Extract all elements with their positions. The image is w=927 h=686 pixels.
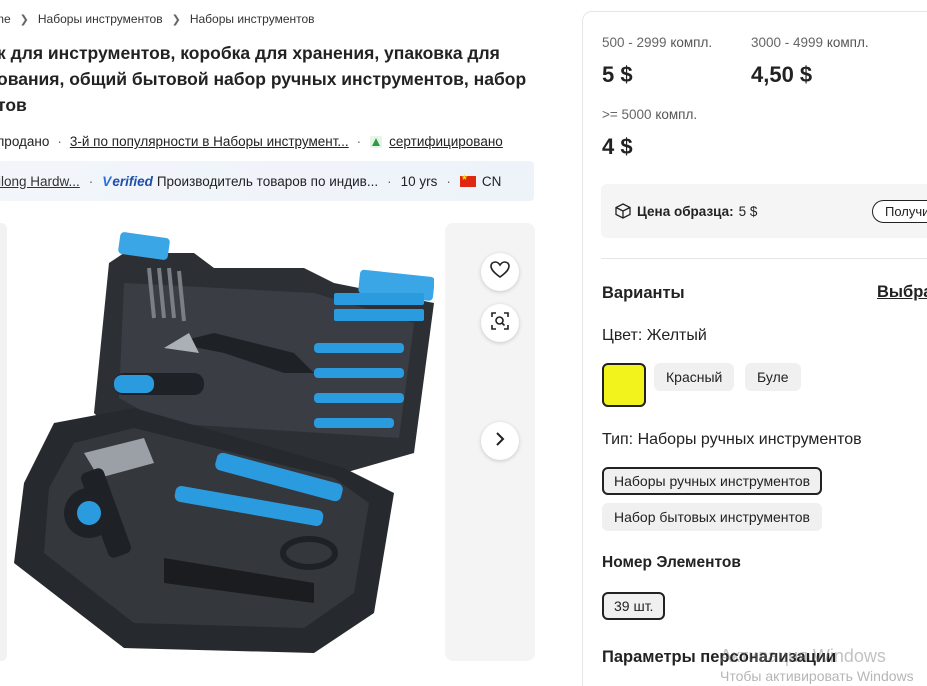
supplier-name[interactable]: ilong Hardw...: [0, 174, 80, 189]
price-tier-range: 3000 - 4999 компл.: [751, 35, 869, 50]
image-search-icon: [490, 311, 510, 336]
breadcrumb: me ❯ Наборы инструментов ❯ Наборы инстру…: [0, 12, 315, 26]
breadcrumb-subcategory[interactable]: Наборы инструментов: [190, 12, 315, 26]
chevron-right-icon: ❯: [19, 13, 29, 26]
breadcrumb-home[interactable]: me: [0, 12, 11, 26]
flag-cn-icon: [459, 173, 476, 187]
title-line: тов: [0, 95, 27, 115]
title-line: к для инструментов, коробка для хранения…: [0, 43, 500, 63]
package-icon: [615, 203, 631, 219]
tier-range-value: 3000 - 4999: [751, 35, 824, 50]
certified-link[interactable]: сертифицировано: [389, 134, 503, 149]
image-search-button[interactable]: [481, 304, 519, 342]
type-option[interactable]: Набор бытовых инструментов: [602, 503, 822, 531]
tier-unit: компл.: [670, 35, 713, 50]
price-tier-range: >= 5000 компл.: [602, 107, 697, 122]
supplier-bar: ilong Hardw... · Verified Производитель …: [0, 161, 534, 201]
color-option[interactable]: Красный: [654, 363, 735, 391]
price-tier-price: 5 $: [602, 62, 633, 87]
product-title: к для инструментов, коробка для хранения…: [0, 40, 542, 118]
type-option-selected[interactable]: Наборы ручных инструментов: [602, 467, 823, 495]
product-image[interactable]: [14, 223, 435, 661]
gallery-thumb-strip[interactable]: [0, 223, 7, 661]
sample-price-label: Цена образца:: [637, 203, 734, 219]
heart-icon: [490, 260, 510, 284]
arrow-right-icon: [494, 431, 506, 452]
windows-activation-hint: Чтобы активировать Windows: [720, 668, 914, 684]
verified-mark: V: [102, 173, 112, 189]
price-tier-price: 4 $: [602, 134, 633, 159]
chevron-right-icon: ❯: [171, 13, 181, 26]
supplier-description: Производитель товаров по индив...: [156, 173, 379, 189]
count-label: Номер Элементов: [602, 554, 741, 571]
tier-range-value: >= 5000: [602, 107, 652, 122]
sold-count: продано: [0, 134, 50, 149]
title-line: ования, общий бытовой набор ручных инстр…: [0, 69, 527, 89]
verified-label: erified: [112, 173, 153, 189]
sample-price-value: 5 $: [738, 203, 758, 219]
color-label: Цвет: Желтый: [602, 327, 707, 344]
supplier-years: 10 yrs: [400, 173, 438, 189]
favorite-button[interactable]: [481, 253, 519, 291]
verified-badge: Verified: [102, 174, 153, 189]
price-tier-price: 4,50 $: [751, 62, 813, 87]
get-sample-button[interactable]: Получи: [872, 200, 927, 223]
tier-unit: компл.: [826, 35, 869, 50]
variants-heading: Варианты: [602, 284, 685, 302]
color-swatch-selected[interactable]: [602, 363, 646, 407]
supplier-country: CN: [481, 173, 502, 189]
color-option[interactable]: Буле: [745, 363, 801, 391]
count-option-selected[interactable]: 39 шт.: [602, 592, 666, 620]
windows-activation-watermark: Активация Windows: [720, 646, 886, 666]
breadcrumb-category[interactable]: Наборы инструментов: [38, 12, 163, 26]
price-tier-range: 500 - 2999 компл.: [602, 35, 712, 50]
select-variants-link[interactable]: Выбра: [877, 283, 927, 302]
divider: [601, 258, 927, 259]
type-label: Тип: Наборы ручных инструментов: [602, 431, 862, 448]
next-image-button[interactable]: [481, 422, 519, 460]
tier-unit: компл.: [655, 107, 698, 122]
popularity-link[interactable]: 3-й по популярности в Наборы инструмент.…: [70, 134, 349, 149]
product-stats: продано · 3-й по популярности в Наборы и…: [0, 134, 503, 149]
tier-range-value: 500 - 2999: [602, 35, 667, 50]
certified-icon: [369, 135, 383, 149]
